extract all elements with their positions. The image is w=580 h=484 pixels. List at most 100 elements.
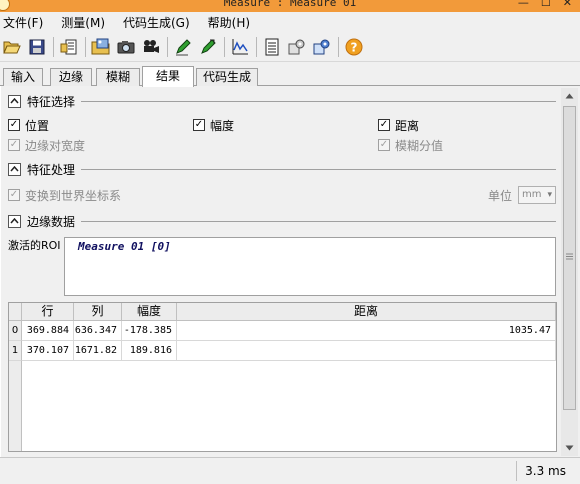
load-roi-button[interactable]	[58, 36, 80, 58]
list-button[interactable]	[261, 36, 283, 58]
plot-button[interactable]	[229, 36, 251, 58]
edge-pair-width-checkbox: ✓	[8, 139, 20, 151]
gear-icon	[288, 39, 305, 54]
tab-edge[interactable]: 边缘	[50, 68, 92, 86]
tab-input[interactable]: 输入	[3, 68, 43, 86]
gear-blue-icon	[313, 39, 330, 54]
fuzzy-score-checkbox-row: ✓ 模糊分值	[378, 137, 443, 153]
toolbar-separator	[224, 36, 225, 57]
distance-checkbox-row[interactable]: ✓ 距离	[378, 117, 419, 133]
tab-codegen[interactable]: 代码生成	[196, 68, 258, 86]
table-cell-distance[interactable]: 1035.47	[177, 321, 556, 341]
tab-fuzzy[interactable]: 模糊	[96, 68, 140, 86]
active-roi-list[interactable]: Measure 01 [0]	[64, 237, 556, 296]
column-header-distance[interactable]: 距离	[177, 303, 556, 321]
open-button[interactable]	[1, 36, 23, 58]
window-title: Measure : Measure 01	[223, 0, 357, 9]
row-header-column	[9, 361, 22, 451]
close-button[interactable]: ✕	[563, 0, 572, 9]
camera-button[interactable]	[115, 36, 137, 58]
list-icon	[265, 38, 279, 55]
edge-pair-width-checkbox-row: ✓ 边缘对宽度	[8, 137, 85, 153]
image-folder-icon	[91, 38, 110, 54]
video-camera-icon	[144, 39, 159, 53]
menu-codegen[interactable]: 代码生成(G)	[123, 14, 190, 31]
folder-open-icon	[3, 41, 21, 53]
distance-checkbox[interactable]: ✓	[378, 119, 390, 131]
collapse-button[interactable]	[8, 94, 21, 108]
edit-roi-button[interactable]	[197, 36, 219, 58]
fuzzy-score-label: 模糊分值	[395, 138, 444, 153]
feature-process-header[interactable]: 特征处理	[8, 161, 75, 177]
menu-measure[interactable]: 测量(M)	[61, 14, 105, 31]
table-cell-distance[interactable]	[177, 341, 556, 361]
toolbar: ?	[0, 32, 580, 62]
menu-help[interactable]: 帮助(H)	[208, 14, 250, 31]
table-cell-col[interactable]: 1671.82	[74, 341, 122, 361]
unit-select: mm ▾	[518, 186, 556, 204]
video-button[interactable]	[140, 36, 162, 58]
menu-file[interactable]: 文件(F)	[3, 14, 43, 31]
table-corner	[9, 303, 22, 321]
tab-strip: 输入 边缘 模糊 结果 代码生成	[0, 66, 580, 87]
collapse-button[interactable]	[8, 162, 21, 176]
column-header-col[interactable]: 列	[74, 303, 122, 321]
transform-checkbox: ✓	[8, 189, 20, 201]
pen-icon	[176, 38, 191, 55]
collapse-button[interactable]	[8, 214, 21, 228]
table-cell-row[interactable]: 370.107	[22, 341, 74, 361]
line-chart-icon	[232, 38, 248, 54]
amplitude-checkbox-row[interactable]: ✓ 幅度	[193, 117, 234, 133]
toolbar-separator	[256, 36, 257, 57]
edge-data-header[interactable]: 边缘数据	[8, 213, 75, 229]
draw-roi-button[interactable]	[172, 36, 194, 58]
unit-select-value: mm	[522, 189, 542, 200]
save-button[interactable]	[26, 36, 48, 58]
table-cell-row[interactable]: 369.884	[22, 321, 74, 341]
feature-select-header[interactable]: 特征选择	[8, 93, 75, 109]
table-cell-col[interactable]: 636.347	[74, 321, 122, 341]
status-divider	[516, 461, 517, 481]
section-title: 特征处理	[27, 162, 76, 177]
help-icon: ?	[345, 38, 363, 55]
toolbar-separator	[53, 36, 54, 57]
table-cell-amplitude[interactable]: 189.816	[122, 341, 177, 361]
edge-results-table[interactable]: 行 列 幅度 距离 0 369.884 636.347 -178.385 103…	[8, 302, 557, 452]
row-index: 0	[9, 321, 22, 341]
result-panel: 特征选择 ✓ 位置 ✓ 幅度 ✓ 距离 ✓ 边缘对宽度 ✓ 模糊分值 特征处理 …	[0, 86, 580, 457]
settings-button[interactable]	[286, 36, 308, 58]
maximize-button[interactable]: ☐	[541, 0, 551, 9]
help-button[interactable]: ?	[343, 36, 365, 58]
position-checkbox-row[interactable]: ✓ 位置	[8, 117, 49, 133]
table-cell-amplitude[interactable]: -178.385	[122, 321, 177, 341]
load-image-button[interactable]	[90, 36, 112, 58]
column-header-row[interactable]: 行	[22, 303, 74, 321]
position-checkbox[interactable]: ✓	[8, 119, 20, 131]
unit-label: 单位	[488, 189, 513, 203]
options-button[interactable]	[311, 36, 333, 58]
row-index: 1	[9, 341, 22, 361]
chevron-up-icon	[10, 166, 19, 172]
section-title: 边缘数据	[27, 214, 76, 229]
minimize-button[interactable]: —	[518, 0, 529, 9]
section-divider	[81, 101, 556, 102]
section-divider	[81, 169, 556, 170]
vertical-scrollbar[interactable]	[561, 88, 578, 456]
tab-result[interactable]: 结果	[142, 66, 194, 87]
scroll-up-icon[interactable]	[565, 93, 574, 99]
grip-icon	[566, 253, 573, 260]
scroll-down-icon[interactable]	[565, 445, 574, 451]
amplitude-checkbox[interactable]: ✓	[193, 119, 205, 131]
chevron-up-icon	[10, 218, 19, 224]
amplitude-label: 幅度	[210, 118, 235, 133]
scrollbar-thumb[interactable]	[563, 106, 576, 410]
pen-edit-icon	[201, 38, 216, 54]
camera-icon	[117, 40, 135, 53]
active-roi-item[interactable]: Measure 01 [0]	[78, 240, 171, 253]
column-header-amplitude[interactable]: 幅度	[122, 303, 177, 321]
document-icon	[60, 39, 77, 54]
active-roi-label: 激活的ROI	[8, 239, 61, 252]
distance-label: 距离	[395, 118, 420, 133]
chevron-up-icon	[10, 98, 19, 104]
title-bar[interactable]: Measure : Measure 01 — ☐ ✕	[0, 0, 580, 12]
